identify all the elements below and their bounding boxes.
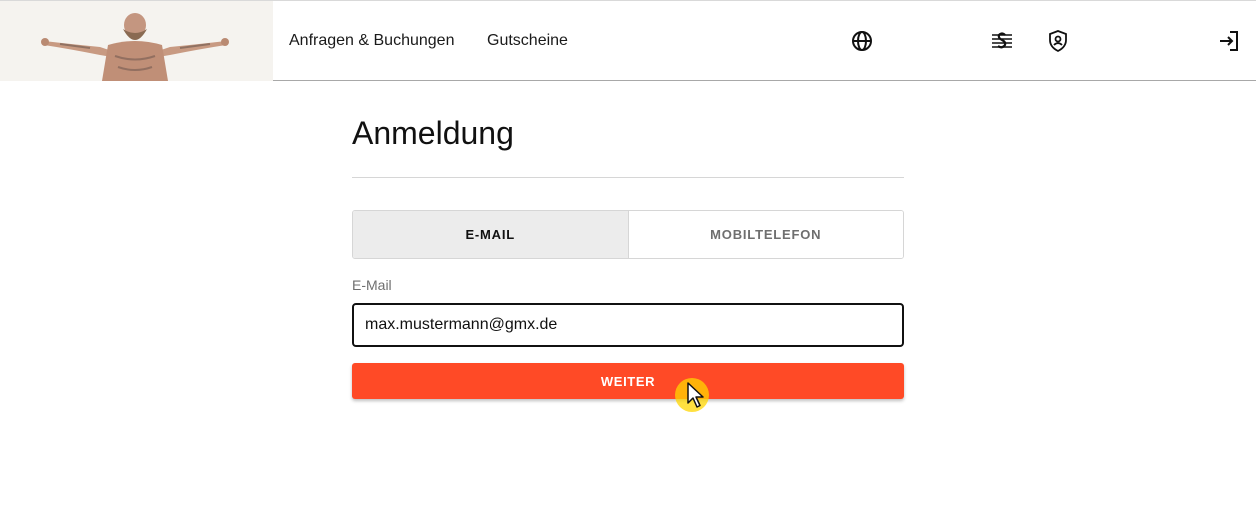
globe-icon[interactable]	[850, 29, 874, 53]
nav-vouchers[interactable]: Gutscheine	[487, 32, 568, 50]
shield-user-icon[interactable]	[1046, 29, 1070, 53]
tab-mobile-phone[interactable]: MOBILTELEFON	[628, 211, 903, 258]
paragraph-law-icon[interactable]	[990, 29, 1014, 53]
login-method-tabs: E-MAIL MOBILTELEFON	[352, 210, 904, 259]
login-icon[interactable]	[1217, 29, 1241, 53]
top-header: Anfragen & Buchungen Gutscheine	[0, 0, 1256, 81]
continue-button[interactable]: WEITER	[352, 363, 904, 399]
brand-logo-image[interactable]	[0, 1, 273, 81]
email-input[interactable]	[352, 303, 904, 347]
logo-person-illustration	[0, 1, 273, 81]
tab-email[interactable]: E-MAIL	[353, 211, 629, 258]
nav-requests-bookings[interactable]: Anfragen & Buchungen	[289, 32, 454, 50]
email-label: E-Mail	[352, 277, 392, 293]
title-divider	[352, 177, 904, 178]
page-title: Anmeldung	[352, 115, 514, 151]
